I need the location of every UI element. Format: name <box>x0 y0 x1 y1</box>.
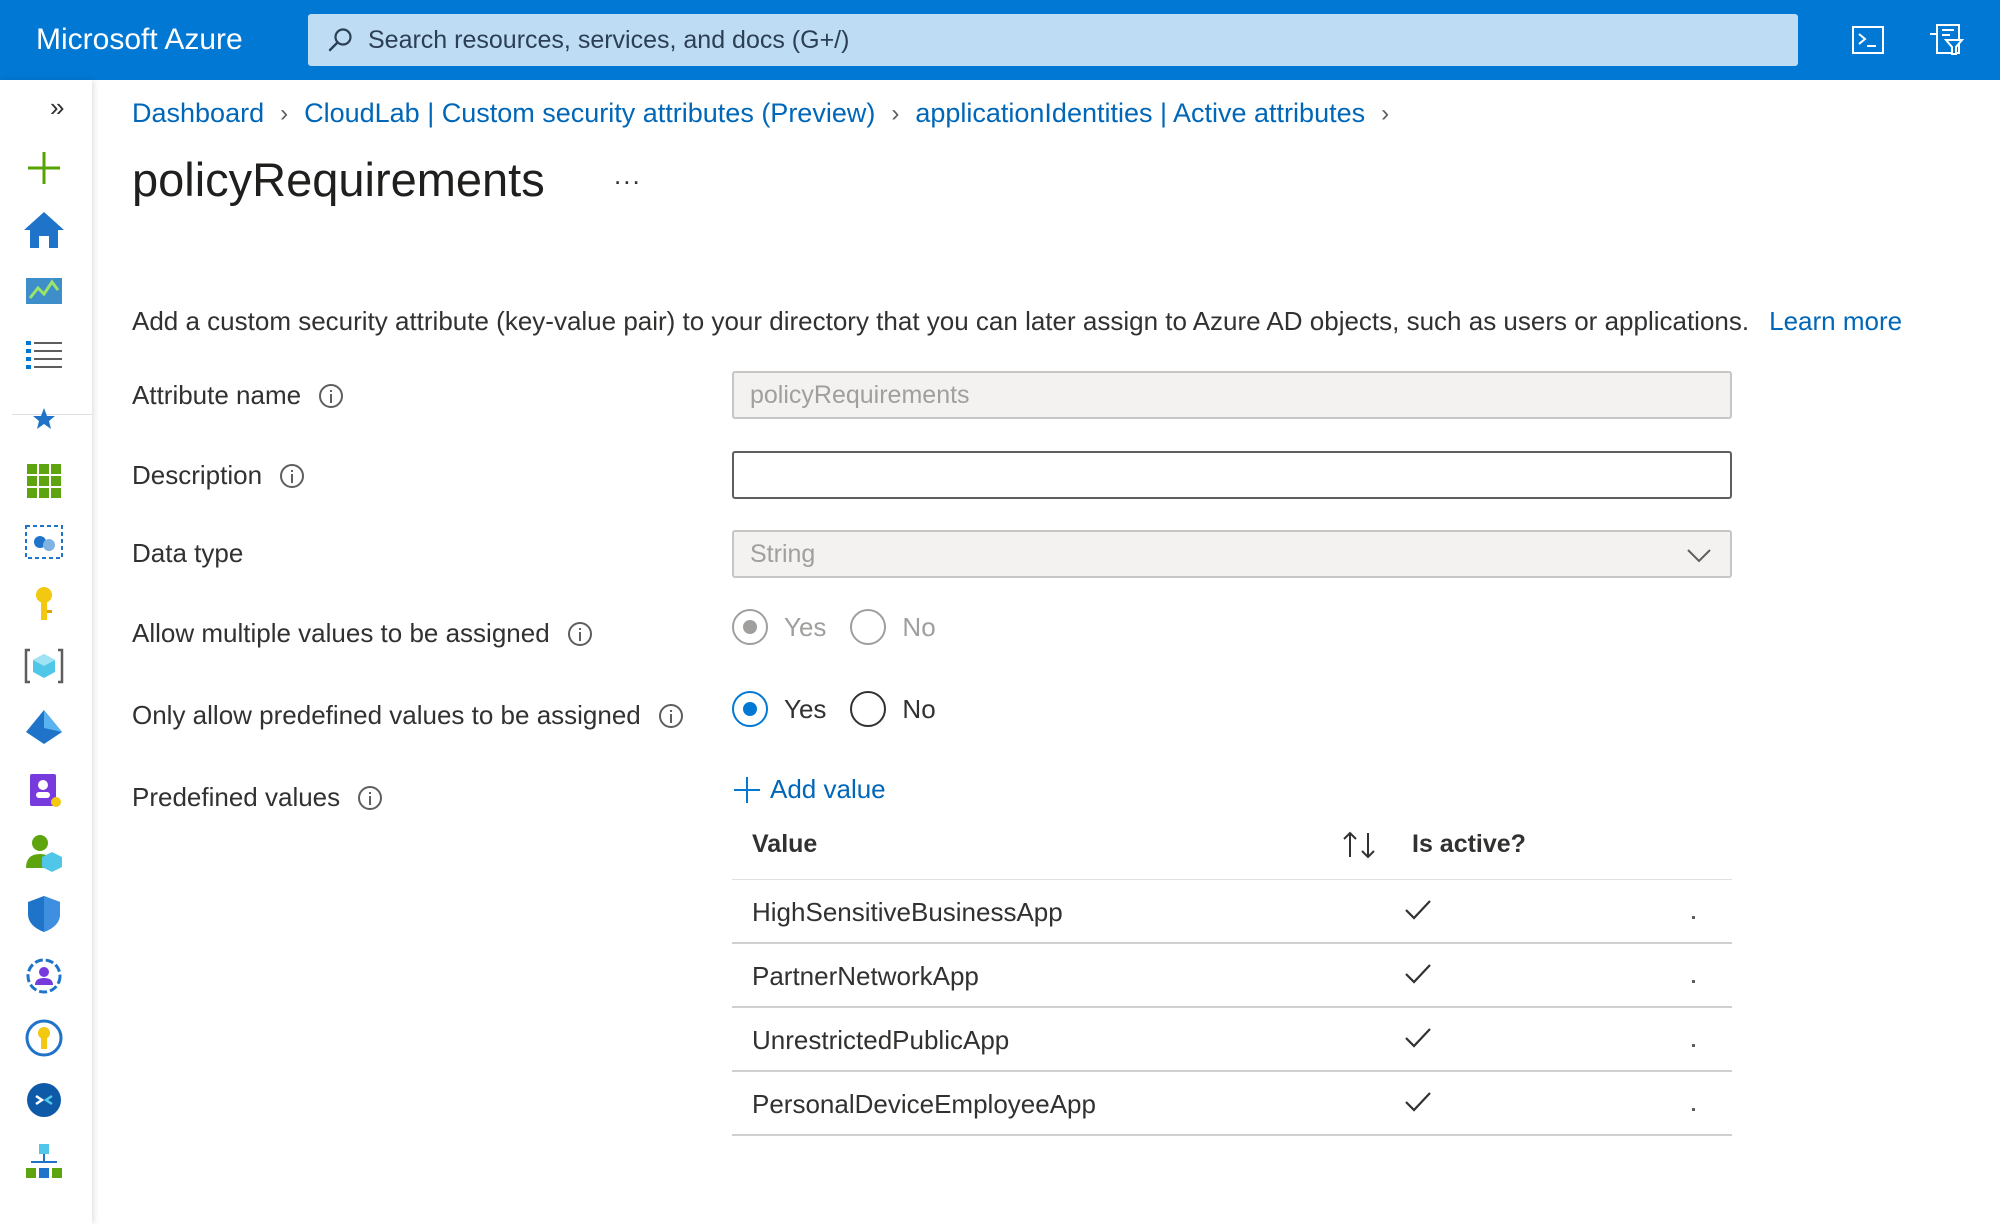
info-icon[interactable] <box>280 463 305 488</box>
info-icon[interactable] <box>319 383 344 408</box>
chevron-right-icon: › <box>1381 99 1390 127</box>
data-type-label-text: Data type <box>132 538 244 568</box>
page-description: Add a custom security attribute (key-val… <box>132 306 1902 337</box>
checkmark-icon <box>1405 964 1431 984</box>
users-icon[interactable] <box>22 830 66 874</box>
table-row[interactable]: PartnerNetworkApp <box>732 944 1732 1008</box>
chevron-right-icon: › <box>280 99 289 127</box>
cloud-shell-icon[interactable] <box>1848 20 1888 60</box>
row-actions-dot[interactable] <box>1692 1108 1695 1111</box>
data-type-dropdown: String <box>732 530 1732 578</box>
more-options-button[interactable]: ... <box>614 160 642 191</box>
identity-governance-icon[interactable] <box>22 768 66 812</box>
page-title: policyRequirements <box>132 153 545 206</box>
left-navigation-rail: » <box>0 80 92 1224</box>
azure-ad-icon[interactable] <box>22 706 66 750</box>
predefined-values-label-text: Predefined values <box>132 782 341 812</box>
portal-brand[interactable]: Microsoft Azure <box>36 0 243 80</box>
search-input[interactable]: Search resources, services, and docs (G+… <box>368 14 849 66</box>
table-row[interactable]: UnrestrictedPublicApp <box>732 1008 1732 1072</box>
predefined-values-table: Value Is active? HighSensitiveBusinessAp… <box>732 816 1732 1136</box>
allow-multiple-no-radio <box>850 609 887 645</box>
checkmark-icon <box>1405 1092 1431 1112</box>
all-resources-icon[interactable] <box>22 458 66 502</box>
all-services-icon[interactable] <box>22 332 66 376</box>
description-text: Add a custom security attribute (key-val… <box>132 306 1750 336</box>
predefined-only-yes-label[interactable]: Yes <box>784 694 826 725</box>
key-vault-icon[interactable] <box>22 582 66 626</box>
row-value: UnrestrictedPublicApp <box>752 1025 1010 1055</box>
row-actions-dot[interactable] <box>1692 1044 1695 1047</box>
sort-icon[interactable] <box>1340 830 1380 860</box>
breadcrumb-dashboard[interactable]: Dashboard <box>132 98 264 129</box>
breadcrumb-custom-security-attributes[interactable]: CloudLab | Custom security attributes (P… <box>304 98 875 129</box>
top-bar: Microsoft Azure Search resources, servic… <box>0 0 2000 80</box>
expand-menu-icon[interactable]: » <box>50 92 64 123</box>
add-value-label: Add value <box>770 774 886 804</box>
checkmark-icon <box>1405 900 1431 920</box>
column-header-is-active[interactable]: Is active? <box>1412 816 1526 872</box>
predefined-only-no-radio[interactable] <box>850 691 887 727</box>
predefined-only-label: Only allow predefined values to be assig… <box>132 700 683 731</box>
table-header: Value Is active? <box>732 816 1732 880</box>
predefined-values-label: Predefined values <box>132 782 383 813</box>
app-services-icon[interactable] <box>22 644 66 688</box>
column-header-value[interactable]: Value <box>752 816 817 872</box>
groups-icon[interactable] <box>22 954 66 998</box>
attribute-name-label-text: Attribute name <box>132 380 302 410</box>
create-resource-icon[interactable] <box>22 146 66 190</box>
security-icon[interactable] <box>22 892 66 936</box>
resource-groups-icon[interactable] <box>22 520 66 564</box>
add-value-button[interactable]: Add value <box>732 774 886 805</box>
row-value: PersonalDeviceEmployeeApp <box>752 1089 1096 1119</box>
learn-more-link[interactable]: Learn more <box>1769 306 1902 336</box>
description-input[interactable] <box>732 451 1732 499</box>
hierarchy-icon[interactable] <box>22 1140 66 1184</box>
table-row[interactable]: HighSensitiveBusinessApp <box>732 880 1732 944</box>
allow-multiple-label-text: Allow multiple values to be assigned <box>132 618 550 648</box>
allow-multiple-yes-label: Yes <box>784 611 827 642</box>
allow-multiple-yes-radio <box>732 609 768 645</box>
favorites-icon[interactable] <box>22 396 66 440</box>
data-type-label: Data type <box>132 538 243 569</box>
attribute-name-field: policyRequirements <box>732 371 1732 419</box>
description-label: Description <box>132 460 305 491</box>
row-value: PartnerNetworkApp <box>752 961 979 991</box>
table-row[interactable]: PersonalDeviceEmployeeApp <box>732 1072 1732 1136</box>
row-actions-dot[interactable] <box>1692 980 1695 983</box>
directory-filter-icon[interactable] <box>1928 20 1968 60</box>
predefined-only-yes-radio[interactable] <box>732 691 768 727</box>
predefined-only-radio-group: Yes No <box>732 691 960 727</box>
search-icon <box>328 28 352 52</box>
allow-multiple-no-label: No <box>902 611 936 642</box>
allow-multiple-radio-group: Yes No <box>732 609 960 645</box>
allow-multiple-label: Allow multiple values to be assigned <box>132 618 592 649</box>
dashboard-icon[interactable] <box>22 270 66 314</box>
breadcrumb: Dashboard › CloudLab | Custom security a… <box>132 98 1405 129</box>
info-icon[interactable] <box>658 703 683 728</box>
info-icon[interactable] <box>358 785 383 810</box>
key-icon[interactable] <box>22 1016 66 1060</box>
row-value: HighSensitiveBusinessApp <box>752 897 1063 927</box>
predefined-only-label-text: Only allow predefined values to be assig… <box>132 700 641 730</box>
chevron-right-icon: › <box>891 99 900 127</box>
remote-desktop-icon[interactable] <box>22 1078 66 1122</box>
breadcrumb-active-attributes[interactable]: applicationIdentities | Active attribute… <box>915 98 1365 129</box>
home-icon[interactable] <box>22 208 66 252</box>
data-type-selected-value: String <box>750 540 816 568</box>
description-label-text: Description <box>132 460 263 490</box>
row-actions-dot[interactable] <box>1692 916 1695 919</box>
plus-icon <box>734 776 760 803</box>
chevron-down-icon <box>1687 549 1711 563</box>
global-search-box[interactable]: Search resources, services, and docs (G+… <box>308 14 1798 66</box>
checkmark-icon <box>1405 1028 1431 1048</box>
predefined-only-no-label[interactable]: No <box>902 694 935 725</box>
info-icon[interactable] <box>567 621 592 646</box>
attribute-name-label: Attribute name <box>132 380 344 411</box>
